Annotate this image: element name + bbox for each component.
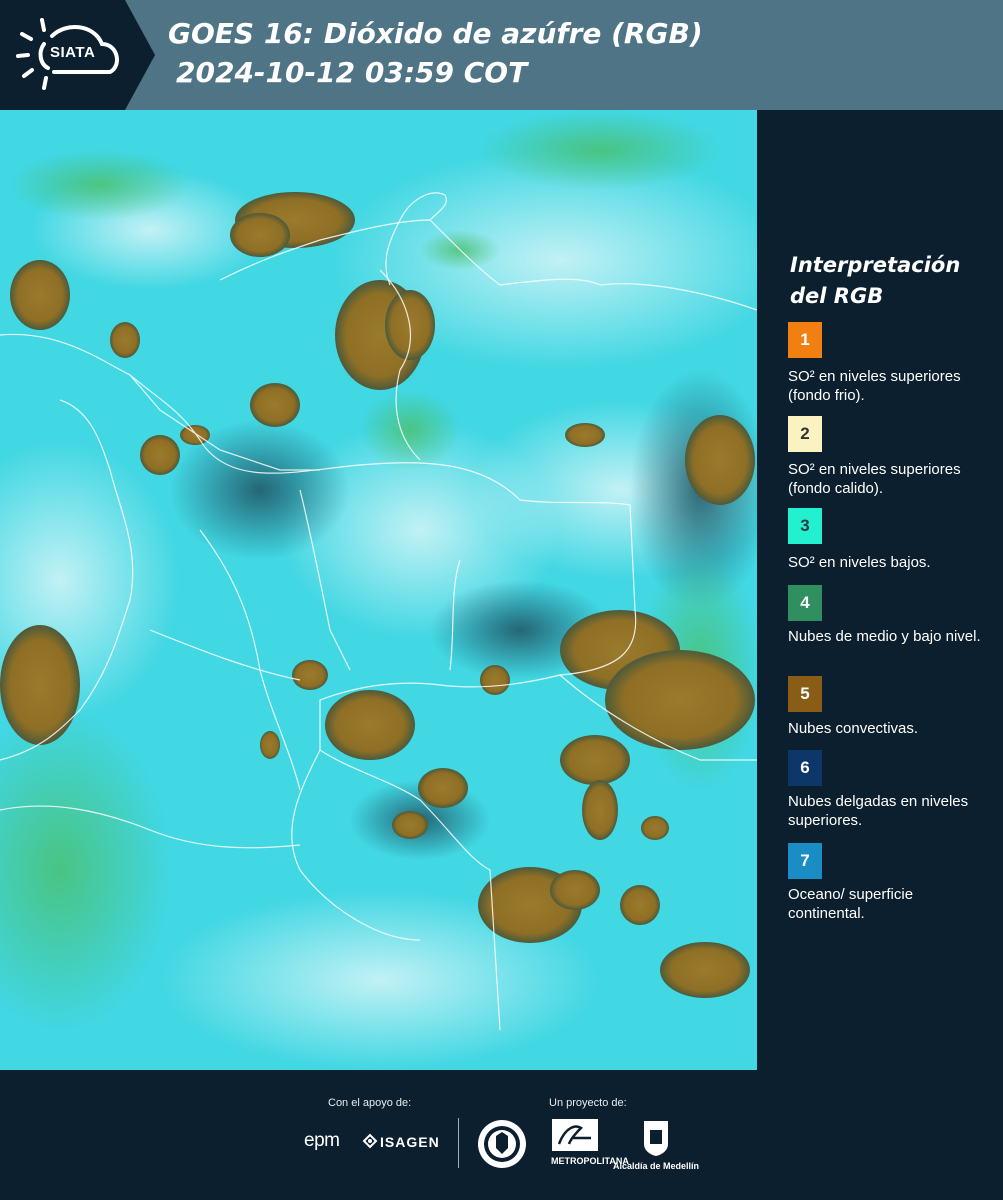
legend-title: Interpretación del RGB [790, 250, 1000, 312]
rgb-composite-map [0, 110, 757, 1070]
legend-swatch-7: 7 [788, 843, 822, 879]
legend-label-6: Nubes delgadas en niveles superiores. [788, 793, 969, 829]
footer-divider [458, 1118, 459, 1168]
alcaldia-caption: Alcaldía de Medellín [613, 1161, 700, 1171]
legend-swatch-2: 2 [788, 416, 822, 452]
legend-swatch-4: 4 [788, 585, 822, 621]
isagen-logo-icon [362, 1133, 378, 1149]
logo-text: SIATA [50, 44, 96, 61]
project-label: Un proyecto de: [549, 1097, 627, 1109]
legend-number: 3 [800, 516, 810, 535]
footer-bar: Con el apoyo de: Un proyecto de: epm ISA… [0, 1070, 1003, 1200]
satellite-image [0, 110, 757, 1070]
timestamp: 2024-10-12 03:59 COT [176, 56, 528, 89]
area-metropolitana-logo-icon [552, 1119, 598, 1151]
legend-number: 7 [800, 851, 810, 870]
support-label: Con el apoyo de: [328, 1097, 412, 1109]
legend-swatch-6: 6 [788, 750, 822, 786]
legend-number: 4 [800, 593, 810, 612]
legend-label-2: SO² en niveles superiores (fondo calido)… [788, 461, 961, 497]
page-title: GOES 16: Dióxido de azúfre (RGB) [168, 17, 703, 50]
legend-swatch-1: 1 [788, 322, 822, 358]
legend-number: 2 [800, 424, 810, 443]
legend-swatch-3: 3 [788, 508, 822, 544]
legend-label-3: SO² en niveles bajos. [788, 554, 931, 571]
legend-label-7: Oceano/ superficie continental. [788, 886, 914, 922]
legend-panel: Interpretación del RGB 1 SO² en niveles … [758, 110, 1003, 1070]
legend-label-1: SO² en niveles superiores (fondo frio). [788, 368, 961, 404]
header-bar: SIATA GOES 16: Dióxido de azúfre (RGB) 2… [0, 0, 1003, 110]
legend-number: 1 [800, 330, 810, 349]
legend-title-line1: Interpretación [790, 253, 961, 277]
legend-title-line2: del RGB [790, 284, 884, 308]
isagen-logo: ISAGEN [380, 1134, 440, 1150]
legend-label-5: Nubes convectivas. [788, 720, 919, 737]
legend-number: 5 [800, 684, 810, 703]
legend-label-4: Nubes de medio y bajo nivel. [788, 628, 981, 645]
legend-swatch-5: 5 [788, 676, 822, 712]
alcaldia-shield-icon [644, 1121, 668, 1156]
epm-logo: epm [304, 1130, 340, 1151]
universidad-seal-icon [478, 1120, 526, 1168]
legend-number: 6 [800, 758, 810, 777]
